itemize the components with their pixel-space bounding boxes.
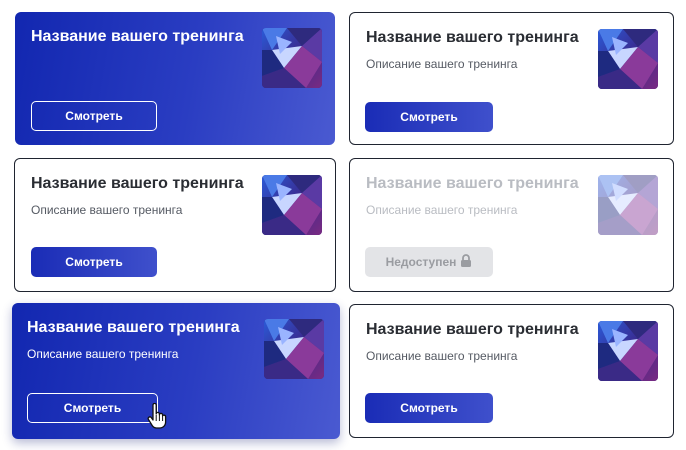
card-description: Описание вашего тренинга [366, 57, 518, 71]
training-card[interactable]: Название вашего тренинга Описание вашего… [14, 158, 336, 292]
unavailable-button: Недоступен [365, 247, 493, 277]
card-thumbnail [598, 321, 658, 381]
view-button[interactable]: Смотреть [365, 102, 493, 132]
card-title: Название вашего тренинга [366, 29, 579, 46]
view-button[interactable]: Смотреть [27, 393, 158, 423]
card-title: Название вашего тренинга [366, 175, 579, 192]
card-description: Описание вашего тренинга [31, 203, 183, 217]
training-card[interactable]: Название вашего тренинга Описание вашего… [12, 303, 340, 439]
training-card[interactable]: Название вашего тренинга Описание вашего… [349, 304, 674, 438]
unavailable-label: Недоступен [385, 255, 457, 269]
card-title: Название вашего тренинга [31, 28, 244, 45]
view-button[interactable]: Смотреть [365, 393, 493, 423]
card-description: Описание вашего тренинга [27, 347, 179, 361]
card-description: Описание вашего тренинга [366, 203, 518, 217]
lock-icon [460, 254, 472, 270]
card-description: Описание вашего тренинга [366, 349, 518, 363]
card-thumbnail [262, 175, 322, 235]
view-button[interactable]: Смотреть [31, 247, 157, 277]
card-thumbnail [262, 28, 322, 88]
hand-pointer-icon [147, 402, 167, 434]
card-title: Название вашего тренинга [366, 321, 579, 338]
view-button[interactable]: Смотреть [31, 101, 157, 131]
training-card[interactable]: Название вашего тренинга Смотреть [15, 12, 335, 145]
card-title: Название вашего тренинга [27, 319, 240, 336]
training-card[interactable]: Название вашего тренинга Описание вашего… [349, 12, 674, 145]
card-thumbnail [598, 175, 658, 235]
card-thumbnail [264, 319, 324, 379]
training-card-disabled: Название вашего тренинга Описание вашего… [349, 158, 674, 292]
card-title: Название вашего тренинга [31, 175, 244, 192]
card-thumbnail [598, 29, 658, 89]
